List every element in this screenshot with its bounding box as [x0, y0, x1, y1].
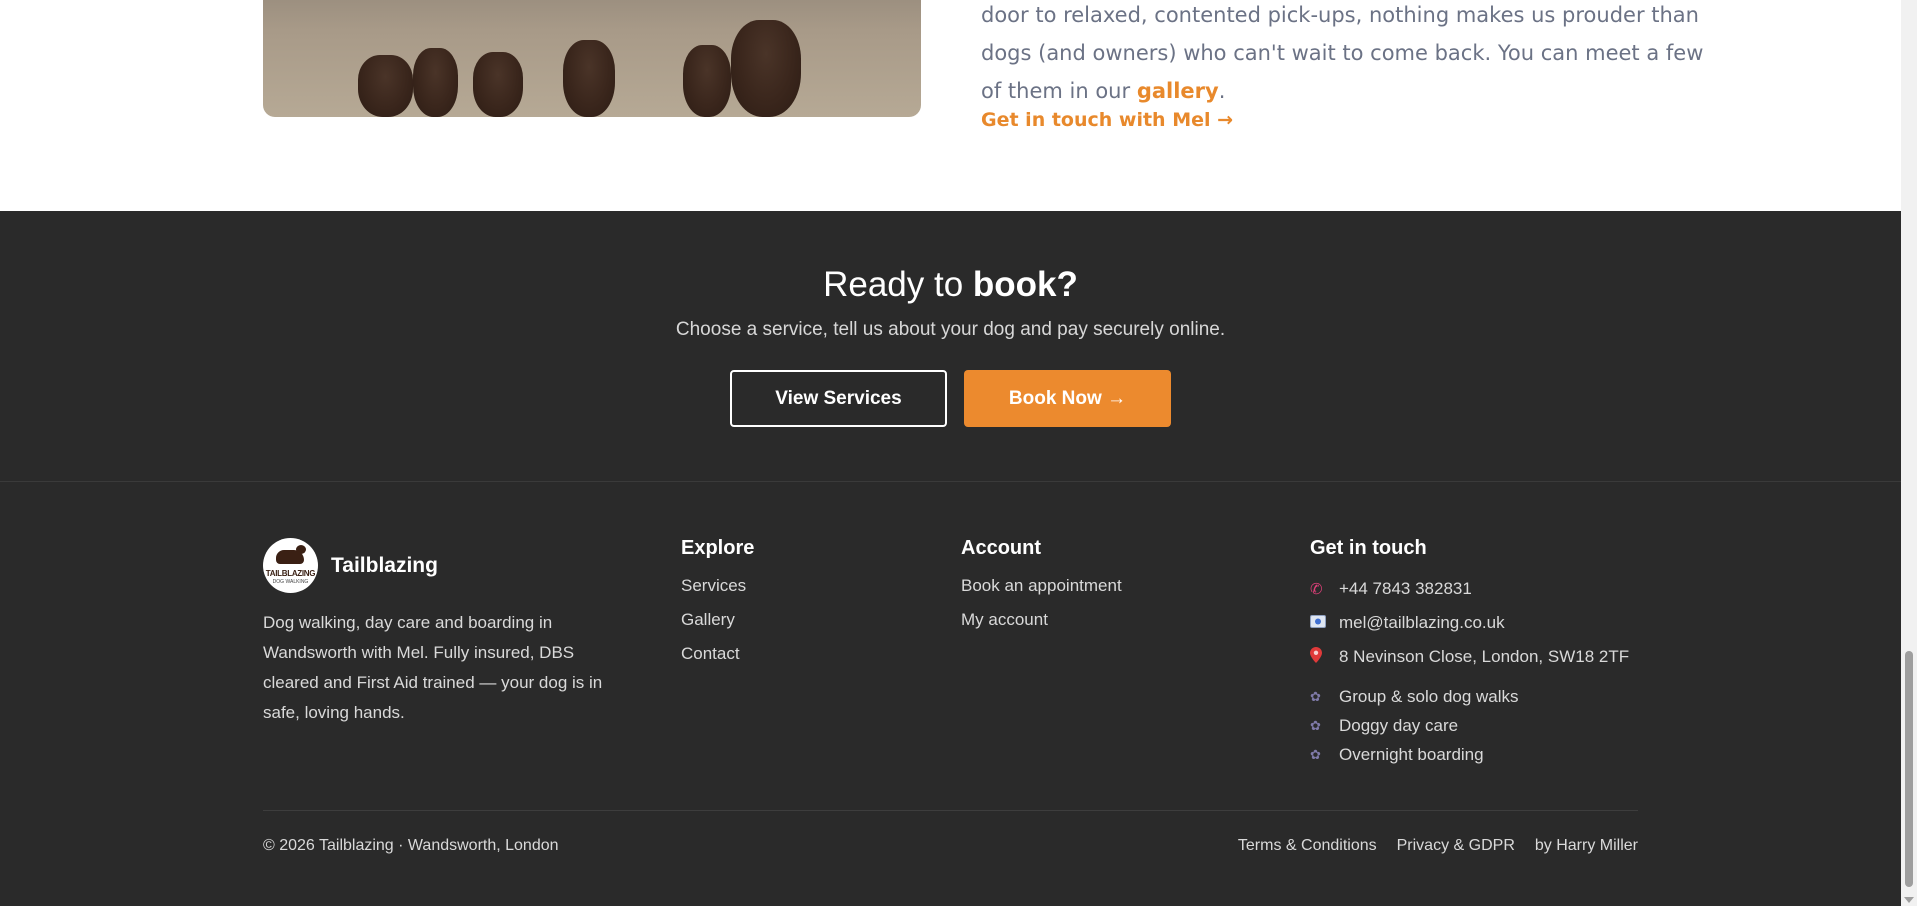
booking-heading-light: Ready to: [823, 265, 973, 304]
booking-heading-bold: book?: [972, 265, 1078, 304]
get-in-touch-link[interactable]: Get in touch with Mel →: [981, 109, 1233, 131]
terms-link[interactable]: Terms & Conditions: [1238, 837, 1377, 855]
footer-link-contact[interactable]: Contact: [681, 644, 754, 678]
footer-divider: [263, 810, 1638, 811]
email-address: mel@tailblazing.co.uk: [1339, 613, 1505, 632]
gallery-link[interactable]: gallery: [1137, 79, 1219, 103]
phone-icon: ✆: [1310, 581, 1323, 598]
footer-brand[interactable]: TAILBLAZING DOG WALKING Tailblazing: [263, 538, 438, 593]
logo-text: TAILBLAZING: [265, 569, 316, 578]
about-text-line: dogs (and owners) who can't wait to come…: [981, 41, 1704, 65]
footer-link-gallery[interactable]: Gallery: [681, 610, 754, 644]
brand-name: Tailblazing: [331, 553, 438, 577]
account-column: Account Book an appointment My account: [961, 537, 1122, 644]
view-services-button[interactable]: View Services: [730, 370, 947, 427]
paw-icon: ✿: [1310, 746, 1321, 762]
page: door to relaxed, contented pick-ups, not…: [0, 0, 1901, 906]
service-item: ✿ Overnight boarding: [1310, 740, 1629, 769]
contact-heading: Get in touch: [1310, 537, 1427, 559]
dog-paw: [413, 48, 458, 117]
booking-heading: Ready to book?: [0, 265, 1901, 305]
about-section: door to relaxed, contented pick-ups, not…: [0, 0, 1901, 211]
contact-column: Get in touch ✆ +44 7843 382831 mel@tailb…: [1310, 537, 1629, 769]
about-text-fragment: of them in our: [981, 79, 1137, 103]
contact-address: 8 Nevinson Close, London, SW18 2TF: [1310, 640, 1629, 674]
contact-phone[interactable]: ✆ +44 7843 382831: [1310, 572, 1629, 606]
author-credit-link[interactable]: by Harry Miller: [1535, 837, 1638, 855]
book-now-button[interactable]: Book Now →: [964, 370, 1171, 427]
map-pin-icon: [1310, 647, 1339, 667]
explore-column: Explore Services Gallery Contact: [681, 537, 754, 678]
about-paragraph: door to relaxed, contented pick-ups, not…: [981, 0, 1704, 110]
service-label: Group & solo dog walks: [1339, 686, 1519, 706]
vertical-scrollbar[interactable]: [1901, 0, 1917, 906]
description-line: safe, loving hands.: [263, 703, 405, 722]
scrollbar-thumb[interactable]: [1905, 651, 1913, 887]
explore-heading: Explore: [681, 537, 755, 559]
service-item: ✿ Doggy day care: [1310, 711, 1629, 740]
dog-paw: [473, 52, 523, 117]
description-line: cleared and First Aid trained — your dog…: [263, 673, 603, 692]
legal-links: Terms & Conditions Privacy & GDPR by Har…: [1218, 837, 1638, 855]
service-label: Overnight boarding: [1339, 744, 1484, 764]
about-text-fragment: .: [1218, 79, 1226, 103]
street-address: 8 Nevinson Close, London, SW18 2TF: [1339, 647, 1630, 666]
footer-link-my-account[interactable]: My account: [961, 610, 1122, 644]
paw-icon: ✿: [1310, 717, 1321, 733]
footer-description: Dog walking, day care and boarding in Wa…: [263, 608, 623, 728]
tailblazing-logo: TAILBLAZING DOG WALKING: [263, 538, 318, 593]
scroll-down-arrow-icon[interactable]: [1904, 897, 1914, 903]
footer-link-book-appointment[interactable]: Book an appointment: [961, 576, 1122, 610]
email-icon: [1310, 614, 1339, 632]
description-line: Wandsworth with Mel. Fully insured, DBS: [263, 643, 575, 662]
description-line: Dog walking, day care and boarding in: [263, 613, 553, 632]
booking-subtitle: Choose a service, tell us about your dog…: [675, 319, 1226, 340]
dog-paw: [358, 55, 413, 117]
copyright: © 2026 Tailblazing · Wandsworth, London: [263, 837, 559, 854]
about-text-line: of them in our gallery.: [981, 72, 1641, 110]
paw-icon: ✿: [1310, 688, 1321, 704]
contact-email[interactable]: mel@tailblazing.co.uk: [1310, 606, 1629, 640]
service-item: ✿ Group & solo dog walks: [1310, 682, 1629, 711]
logo-subtext: DOG WALKING: [272, 579, 309, 585]
account-heading: Account: [961, 537, 1041, 559]
booking-cta-section: Ready to book? Choose a service, tell us…: [0, 211, 1901, 482]
service-label: Doggy day care: [1339, 715, 1459, 735]
phone-number: +44 7843 382831: [1339, 579, 1472, 598]
dog-paw: [731, 20, 801, 117]
footer-link-services[interactable]: Services: [681, 576, 754, 610]
dogs-photo: [263, 0, 921, 117]
dog-paw: [563, 40, 615, 117]
about-text-line: door to relaxed, contented pick-ups, not…: [981, 3, 1699, 27]
privacy-link[interactable]: Privacy & GDPR: [1397, 837, 1515, 855]
dog-logo-head: [296, 545, 306, 554]
site-footer: TAILBLAZING DOG WALKING Tailblazing Dog …: [0, 483, 1901, 906]
dog-paw: [683, 45, 731, 117]
